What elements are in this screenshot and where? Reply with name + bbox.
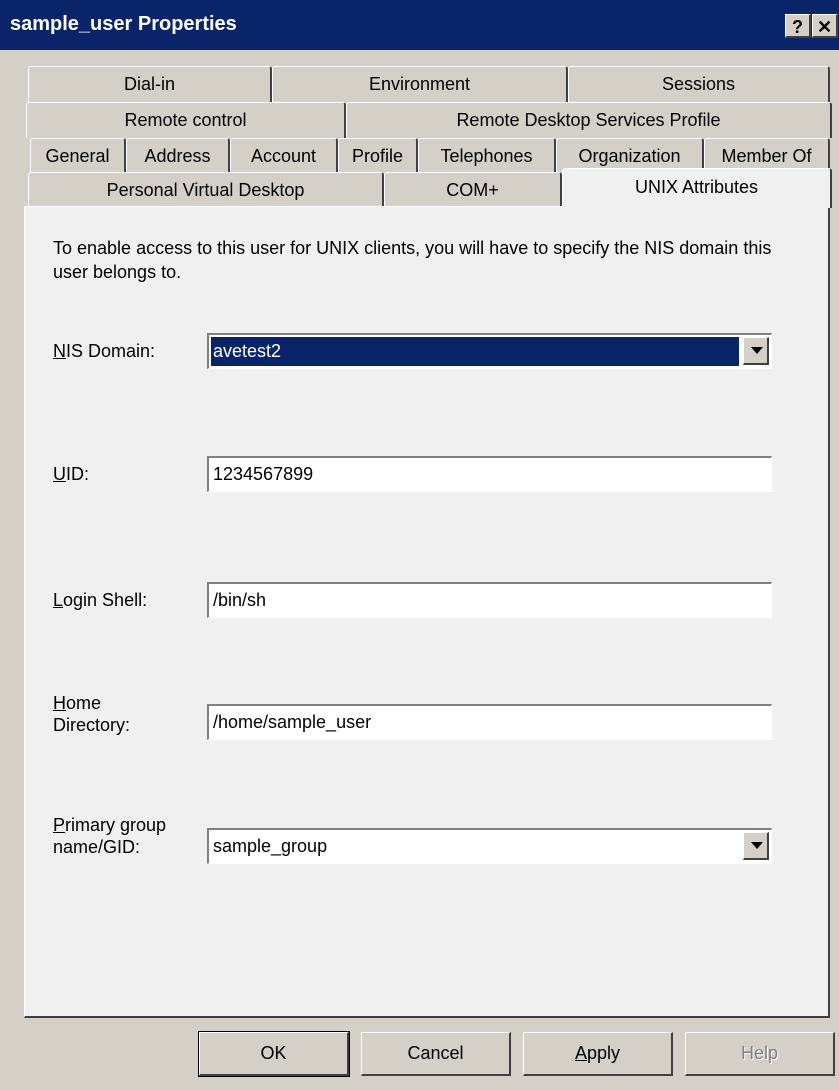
tab-remote-control[interactable]: Remote control [26, 102, 346, 138]
login-shell-label: Login Shell: [53, 590, 148, 610]
tab-com-plus[interactable]: COM+ [384, 172, 562, 208]
tab-profile[interactable]: Profile [338, 138, 418, 174]
uid-label: UID: [53, 464, 90, 484]
tab-sessions[interactable]: Sessions [568, 66, 830, 102]
primary-group-dropdown[interactable]: sample_group [207, 828, 772, 864]
uid-field[interactable]: 1234567899 [207, 456, 772, 492]
window-title: sample_user Properties [10, 13, 237, 35]
cancel-button[interactable]: Cancel [361, 1032, 511, 1076]
tab-personal-virtual-desktop[interactable]: Personal Virtual Desktop [28, 172, 384, 208]
chevron-down-icon[interactable] [743, 337, 769, 365]
home-directory-field[interactable]: /home/sample_user [207, 704, 772, 740]
tab-environment[interactable]: Environment [272, 66, 568, 102]
home-directory-label: Home Directory: [53, 693, 131, 735]
tab-remote-desktop-services-profile[interactable]: Remote Desktop Services Profile [346, 102, 832, 138]
nis-domain-dropdown[interactable]: avetest2 [207, 333, 772, 369]
tab-dial-in[interactable]: Dial-in [28, 66, 272, 102]
tab-unix-attributes[interactable]: UNIX Attributes [562, 168, 832, 208]
help-button[interactable]: Help [685, 1032, 835, 1076]
nis-domain-value: avetest2 [211, 337, 739, 366]
nis-domain-label: NIS Domain: [53, 341, 156, 361]
title-bar: sample_user Properties ? ✕ [0, 0, 839, 50]
tab-general[interactable]: General [30, 138, 126, 174]
tab-telephones[interactable]: Telephones [418, 138, 556, 174]
tab-account[interactable]: Account [230, 138, 338, 174]
apply-button[interactable]: Apply [523, 1032, 673, 1076]
ok-button[interactable]: OK [198, 1031, 350, 1077]
close-icon[interactable]: ✕ [812, 14, 838, 38]
tab-address[interactable]: Address [126, 138, 230, 174]
primary-group-value: sample_group [213, 836, 328, 856]
intro-text: To enable access to this user for UNIX c… [53, 238, 772, 282]
chevron-down-icon[interactable] [743, 832, 769, 860]
help-icon[interactable]: ? [785, 14, 811, 38]
primary-group-label: Primary group name/GID: [53, 815, 167, 857]
login-shell-field[interactable]: /bin/sh [207, 582, 772, 618]
